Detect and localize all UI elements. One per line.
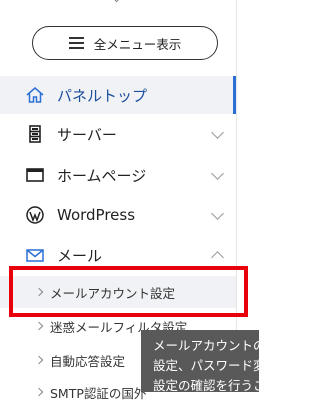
active-indicator (233, 76, 236, 114)
chevron-right-icon (34, 355, 44, 365)
sidebar-item-label: WordPress (57, 206, 136, 224)
submenu-item-label: 自動応答設定 (50, 353, 126, 369)
server-icon (24, 123, 46, 145)
chevron-up-icon (211, 251, 224, 264)
mail-icon (24, 244, 46, 266)
tooltip-line: 設定、パスワード変 (153, 358, 259, 373)
sidebar-top-strip: ⌄ (0, 0, 236, 12)
sidebar-item-panel-top[interactable]: パネルトップ (0, 76, 236, 114)
home-icon (24, 84, 46, 106)
chevron-right-icon (34, 321, 44, 331)
chevron-right-icon (34, 287, 44, 297)
chevron-down-icon (211, 207, 224, 220)
tooltip: メールアカウントの 設定、パスワード変 設定の確認を行うこ (141, 330, 259, 392)
sidebar-item-homepage[interactable]: ホームページ (0, 156, 236, 194)
submenu-item-label: メールアカウント設定 (50, 285, 176, 301)
chevron-down-icon (211, 167, 224, 180)
wordpress-icon (24, 204, 46, 226)
all-menu-label: 全メニュー表示 (93, 36, 182, 52)
sidebar-item-wordpress[interactable]: WordPress (0, 196, 236, 234)
sidebar-item-server[interactable]: サーバー (0, 115, 236, 153)
sidebar-item-label: ホームページ (57, 166, 147, 185)
hamburger-icon (68, 37, 84, 49)
submenu-item-label: SMTP認証の国外 (50, 385, 147, 401)
sidebar-item-label: パネルトップ (57, 86, 148, 105)
browser-window-icon (24, 164, 46, 186)
tooltip-line: 設定の確認を行うこ (153, 378, 259, 392)
chevron-right-icon (34, 387, 44, 397)
sidebar-item-mail[interactable]: メール (0, 236, 236, 274)
submenu-item-mail-account-settings[interactable]: メールアカウント設定 (0, 276, 236, 308)
chevron-down-icon (211, 126, 224, 139)
tooltip-line: メールアカウントの (153, 338, 259, 353)
all-menu-button[interactable]: 全メニュー表示 (32, 26, 218, 60)
sidebar-item-label: サーバー (57, 125, 117, 144)
chevron-up-icon[interactable]: ⌄ (112, 0, 121, 5)
sidebar-item-label: メール (57, 246, 103, 265)
